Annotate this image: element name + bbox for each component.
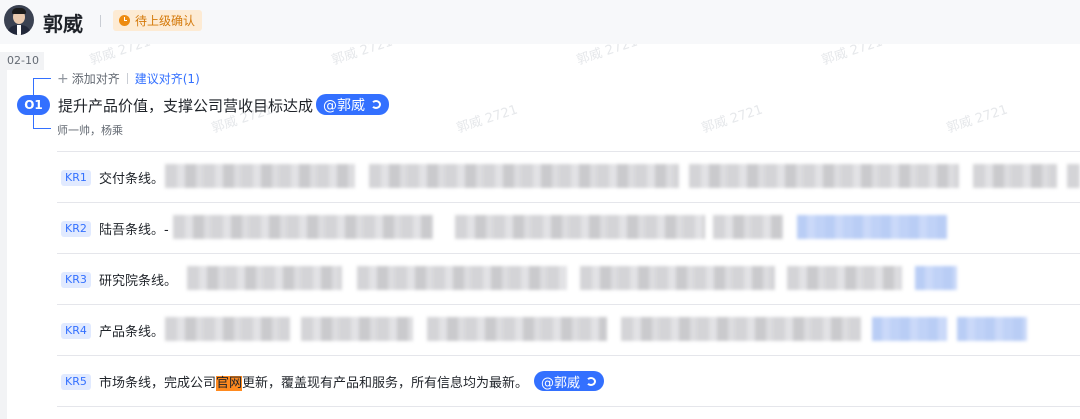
kr-text[interactable]: 交付条线。 <box>99 168 164 187</box>
watermark: 郭威 2721 <box>944 102 1010 137</box>
objective-title[interactable]: 提升产品价值，支撑公司营收目标达成 <box>58 95 313 116</box>
kr-row: KR5 市场条线，完成公司官网更新，覆盖现有产品和服务，所有信息均为最新。 @郭… <box>57 355 1080 406</box>
kr-row: KR1 交付条线。 <box>57 151 1080 202</box>
tree-connector <box>33 78 51 79</box>
search-highlight: 官网 <box>216 376 243 391</box>
watermark: 郭威 2721 <box>699 102 765 137</box>
mention-label: @郭威 <box>323 97 365 114</box>
kr-badge: KR1 <box>61 170 91 186</box>
row-divider <box>57 406 1080 407</box>
clock-icon <box>119 15 130 26</box>
link-icon <box>371 100 381 109</box>
redacted-text <box>301 317 413 341</box>
divider <box>100 15 101 27</box>
okr-header: 郭威 待上级确认 <box>0 0 1080 44</box>
link-icon <box>586 376 597 386</box>
owner-name[interactable]: 郭威 <box>43 8 83 37</box>
status-badge: 待上级确认 <box>113 10 203 31</box>
suggest-alignment-link[interactable]: 建议对齐(1) <box>135 70 200 87</box>
status-label: 待上级确认 <box>135 14 196 28</box>
kr-text[interactable]: 市场条线，完成公司官网更新，覆盖现有产品和服务，所有信息均为最新。 <box>99 372 528 391</box>
tree-connector <box>33 78 34 95</box>
collaborators[interactable]: 师一帅，杨乘 <box>57 122 123 138</box>
redacted-text <box>915 266 957 290</box>
redacted-text <box>973 164 1057 188</box>
avatar[interactable] <box>4 5 34 35</box>
kr-badge: KR2 <box>61 221 91 237</box>
kr-badge: KR3 <box>61 272 91 288</box>
period-label[interactable]: 02-10 <box>0 52 44 70</box>
watermark: 郭威 2721 <box>454 102 520 137</box>
redacted-text <box>957 317 1027 341</box>
redacted-text <box>427 317 607 341</box>
kr-row: KR4 产品条线。 <box>57 304 1080 355</box>
redacted-text <box>165 317 290 341</box>
redacted-text <box>165 164 355 188</box>
kr-text[interactable]: 产品条线。 <box>99 321 164 340</box>
redacted-text <box>357 266 567 290</box>
mention-pill[interactable]: @郭威 <box>316 94 389 115</box>
redacted-text <box>787 266 902 290</box>
plus-icon[interactable]: + <box>57 71 69 87</box>
kr-row: KR2 陆吾条线。- <box>57 202 1080 253</box>
kr-text[interactable]: 陆吾条线。- <box>99 219 169 238</box>
objective-badge: O1 <box>17 95 50 115</box>
tree-connector <box>33 115 34 128</box>
redacted-text <box>173 215 433 239</box>
tree-connector <box>33 128 51 129</box>
redacted-text <box>1067 164 1080 188</box>
redacted-text <box>369 164 679 188</box>
mention-pill[interactable]: @郭威 <box>534 371 605 391</box>
redacted-text <box>713 215 783 239</box>
kr-text[interactable]: 研究院条线。 <box>99 270 177 289</box>
mention-label: @郭威 <box>541 375 581 391</box>
redacted-text <box>580 266 775 290</box>
redacted-text <box>455 215 705 239</box>
alignment-actions: + 添加对齐 建议对齐(1) <box>57 70 200 87</box>
redacted-text <box>689 164 959 188</box>
redacted-text <box>187 266 342 290</box>
kr-badge: KR4 <box>61 323 91 339</box>
kr-row: KR3 研究院条线。 <box>57 253 1080 304</box>
kr-badge: KR5 <box>61 374 91 390</box>
divider <box>126 73 128 84</box>
redacted-text <box>797 215 947 239</box>
period-strip <box>0 52 7 419</box>
redacted-text <box>621 317 861 341</box>
add-alignment-link[interactable]: 添加对齐 <box>72 70 120 87</box>
redacted-text <box>872 317 947 341</box>
